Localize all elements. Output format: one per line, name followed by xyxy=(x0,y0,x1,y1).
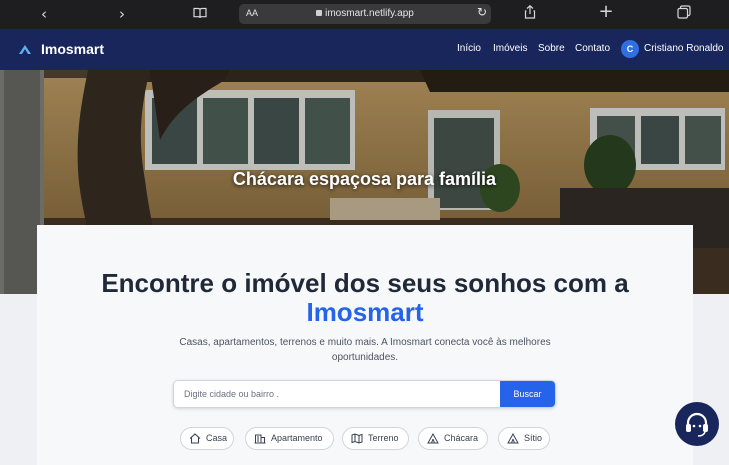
building-icon xyxy=(254,434,266,444)
nav-link-imoveis[interactable]: Imóveis xyxy=(493,43,527,54)
category-label: Chácara xyxy=(444,433,479,443)
category-chip-sitio[interactable]: Sítio xyxy=(498,427,550,450)
page-headline: Encontre o imóvel dos seus sonhos com a xyxy=(101,268,629,298)
tabs-icon[interactable] xyxy=(674,4,694,24)
logo-icon xyxy=(19,45,31,54)
site-navbar: Imosmart Início Imóveis Sobre Contato C … xyxy=(0,29,729,70)
support-chat-button[interactable] xyxy=(675,402,719,446)
category-label: Terreno xyxy=(368,433,399,443)
category-chip-terreno[interactable]: Terreno xyxy=(342,427,409,450)
url-value: imosmart.netlify.app xyxy=(325,8,414,19)
map-icon xyxy=(351,433,363,444)
book-icon[interactable] xyxy=(190,4,210,24)
category-label: Sítio xyxy=(524,433,543,443)
nav-link-contato[interactable]: Contato xyxy=(575,43,610,54)
support-agent-icon xyxy=(686,412,708,437)
search-button[interactable]: Buscar xyxy=(500,381,555,407)
search-bar: Buscar xyxy=(173,380,556,408)
brand-name[interactable]: Imosmart xyxy=(41,41,104,57)
avatar[interactable]: C xyxy=(621,40,639,58)
search-input[interactable] xyxy=(174,381,501,407)
category-chip-casa[interactable]: Casa xyxy=(180,427,234,450)
page-subtitle: Casas, apartamentos, terrenos e muito ma… xyxy=(179,337,551,363)
chevron-right-icon[interactable]: › xyxy=(112,4,132,24)
plus-icon[interactable]: + xyxy=(596,2,616,22)
user-name[interactable]: Cristiano Ronaldo xyxy=(644,43,724,54)
category-chip-chacara[interactable]: Chácara xyxy=(418,427,488,450)
hero-caption: Chácara espaçosa para família xyxy=(232,169,497,189)
lock-icon xyxy=(316,10,323,16)
home-icon xyxy=(189,433,201,444)
address-bar[interactable]: AA imosmart.netlify.app ↻ xyxy=(239,4,491,24)
nav-link-sobre[interactable]: Sobre xyxy=(538,43,565,54)
page-headline-brand: Imosmart xyxy=(306,297,424,327)
tent-icon xyxy=(427,433,439,444)
category-chip-apartamento[interactable]: Apartamento xyxy=(245,427,334,450)
url-text: imosmart.netlify.app xyxy=(239,8,491,19)
tent-icon xyxy=(507,433,519,444)
hero-search-card: Encontre o imóvel dos seus sonhos com a … xyxy=(37,225,693,465)
browser-toolbar: ‹ › AA imosmart.netlify.app ↻ + xyxy=(0,0,729,29)
share-icon[interactable] xyxy=(520,4,540,24)
category-label: Apartamento xyxy=(271,433,323,443)
reload-icon[interactable]: ↻ xyxy=(477,5,487,19)
category-label: Casa xyxy=(206,433,228,443)
nav-link-inicio[interactable]: Início xyxy=(457,43,481,54)
chevron-left-icon[interactable]: ‹ xyxy=(34,4,54,24)
